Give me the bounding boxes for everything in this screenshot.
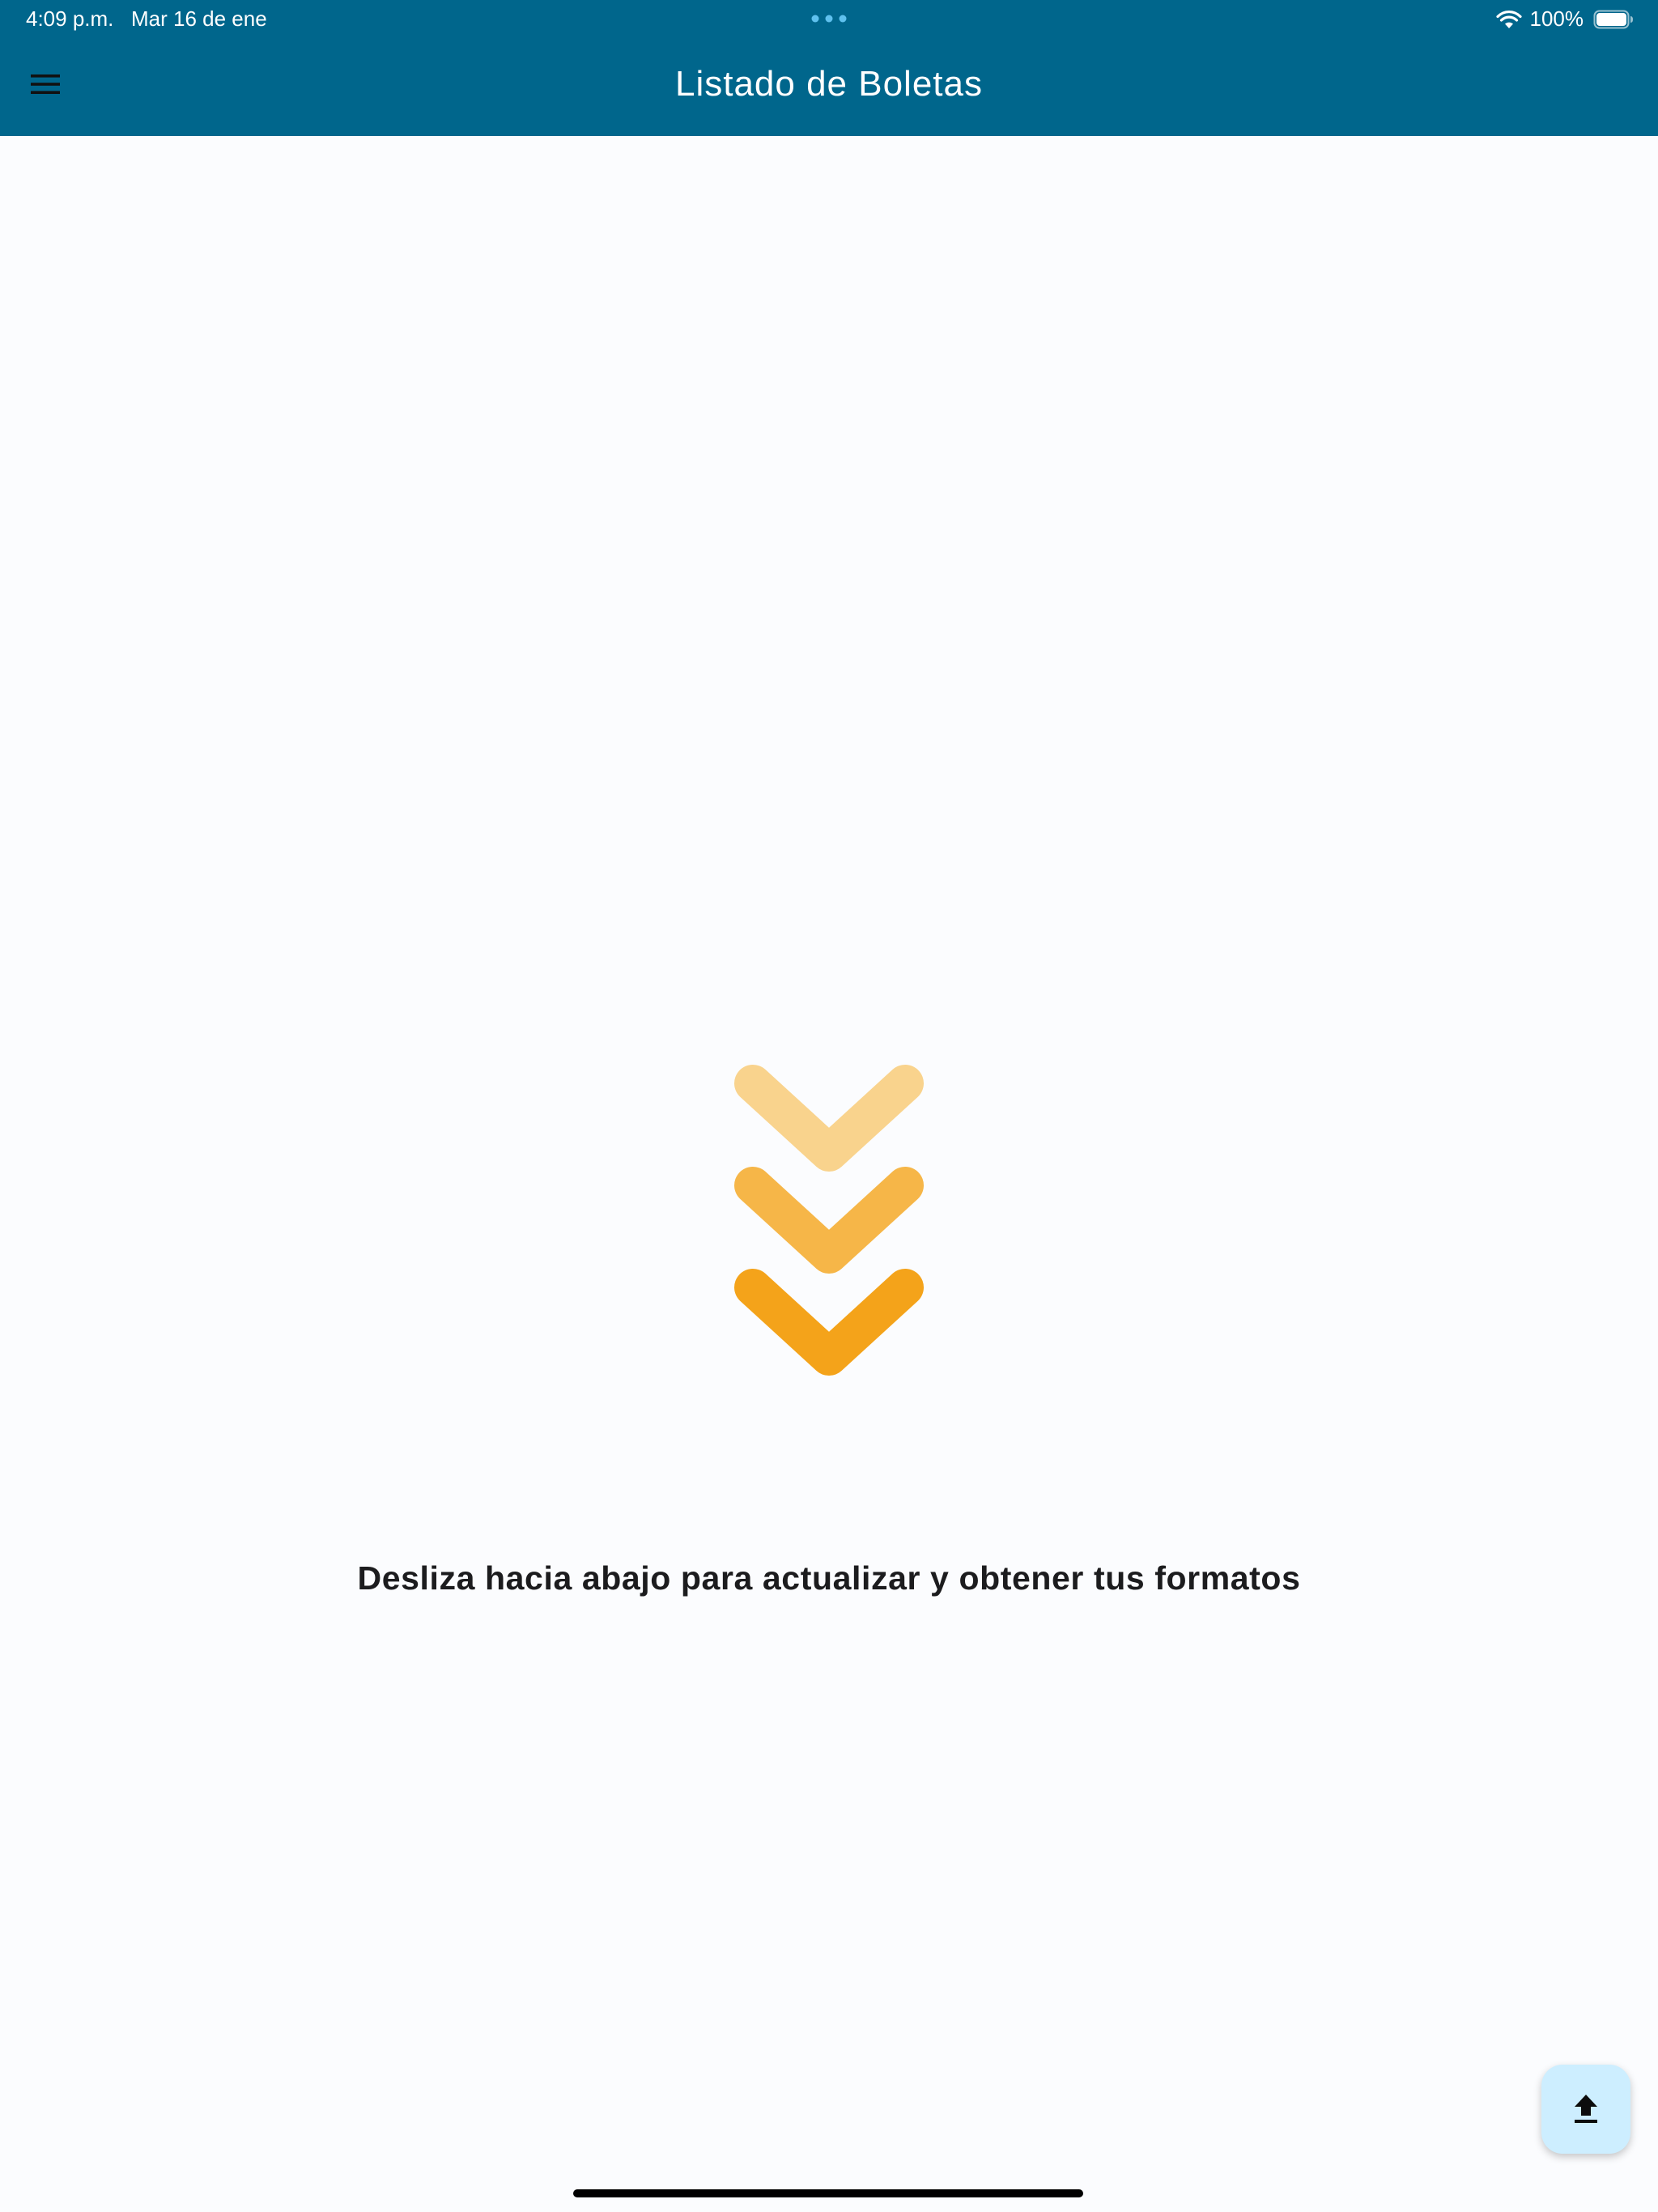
multitask-dots-icon[interactable] (811, 15, 847, 23)
upload-icon (1575, 2095, 1597, 2123)
upload-button[interactable] (1541, 2065, 1630, 2154)
battery-percentage: 100% (1529, 6, 1584, 31)
wifi-icon (1495, 10, 1522, 28)
battery-icon (1593, 10, 1633, 28)
status-bar: 4:09 p.m. Mar 16 de ene 100% (0, 0, 1658, 39)
page-title: Listado de Boletas (674, 64, 984, 104)
pull-to-refresh-hint: Desliza hacia abajo para actualizar y ob… (357, 1559, 1301, 1597)
chevron-bottom-icon (734, 1269, 924, 1376)
status-time: 4:09 p.m. (26, 6, 114, 31)
status-right: 100% (1495, 6, 1635, 32)
triple-chevron-down-icon[interactable] (729, 1054, 929, 1386)
app-bar: 4:09 p.m. Mar 16 de ene 100% Listado de … (0, 0, 1658, 136)
chevron-top-icon (734, 1065, 924, 1172)
chevron-middle-icon (734, 1167, 924, 1274)
home-indicator[interactable] (573, 2189, 1083, 2197)
status-date: Mar 16 de ene (131, 6, 267, 31)
